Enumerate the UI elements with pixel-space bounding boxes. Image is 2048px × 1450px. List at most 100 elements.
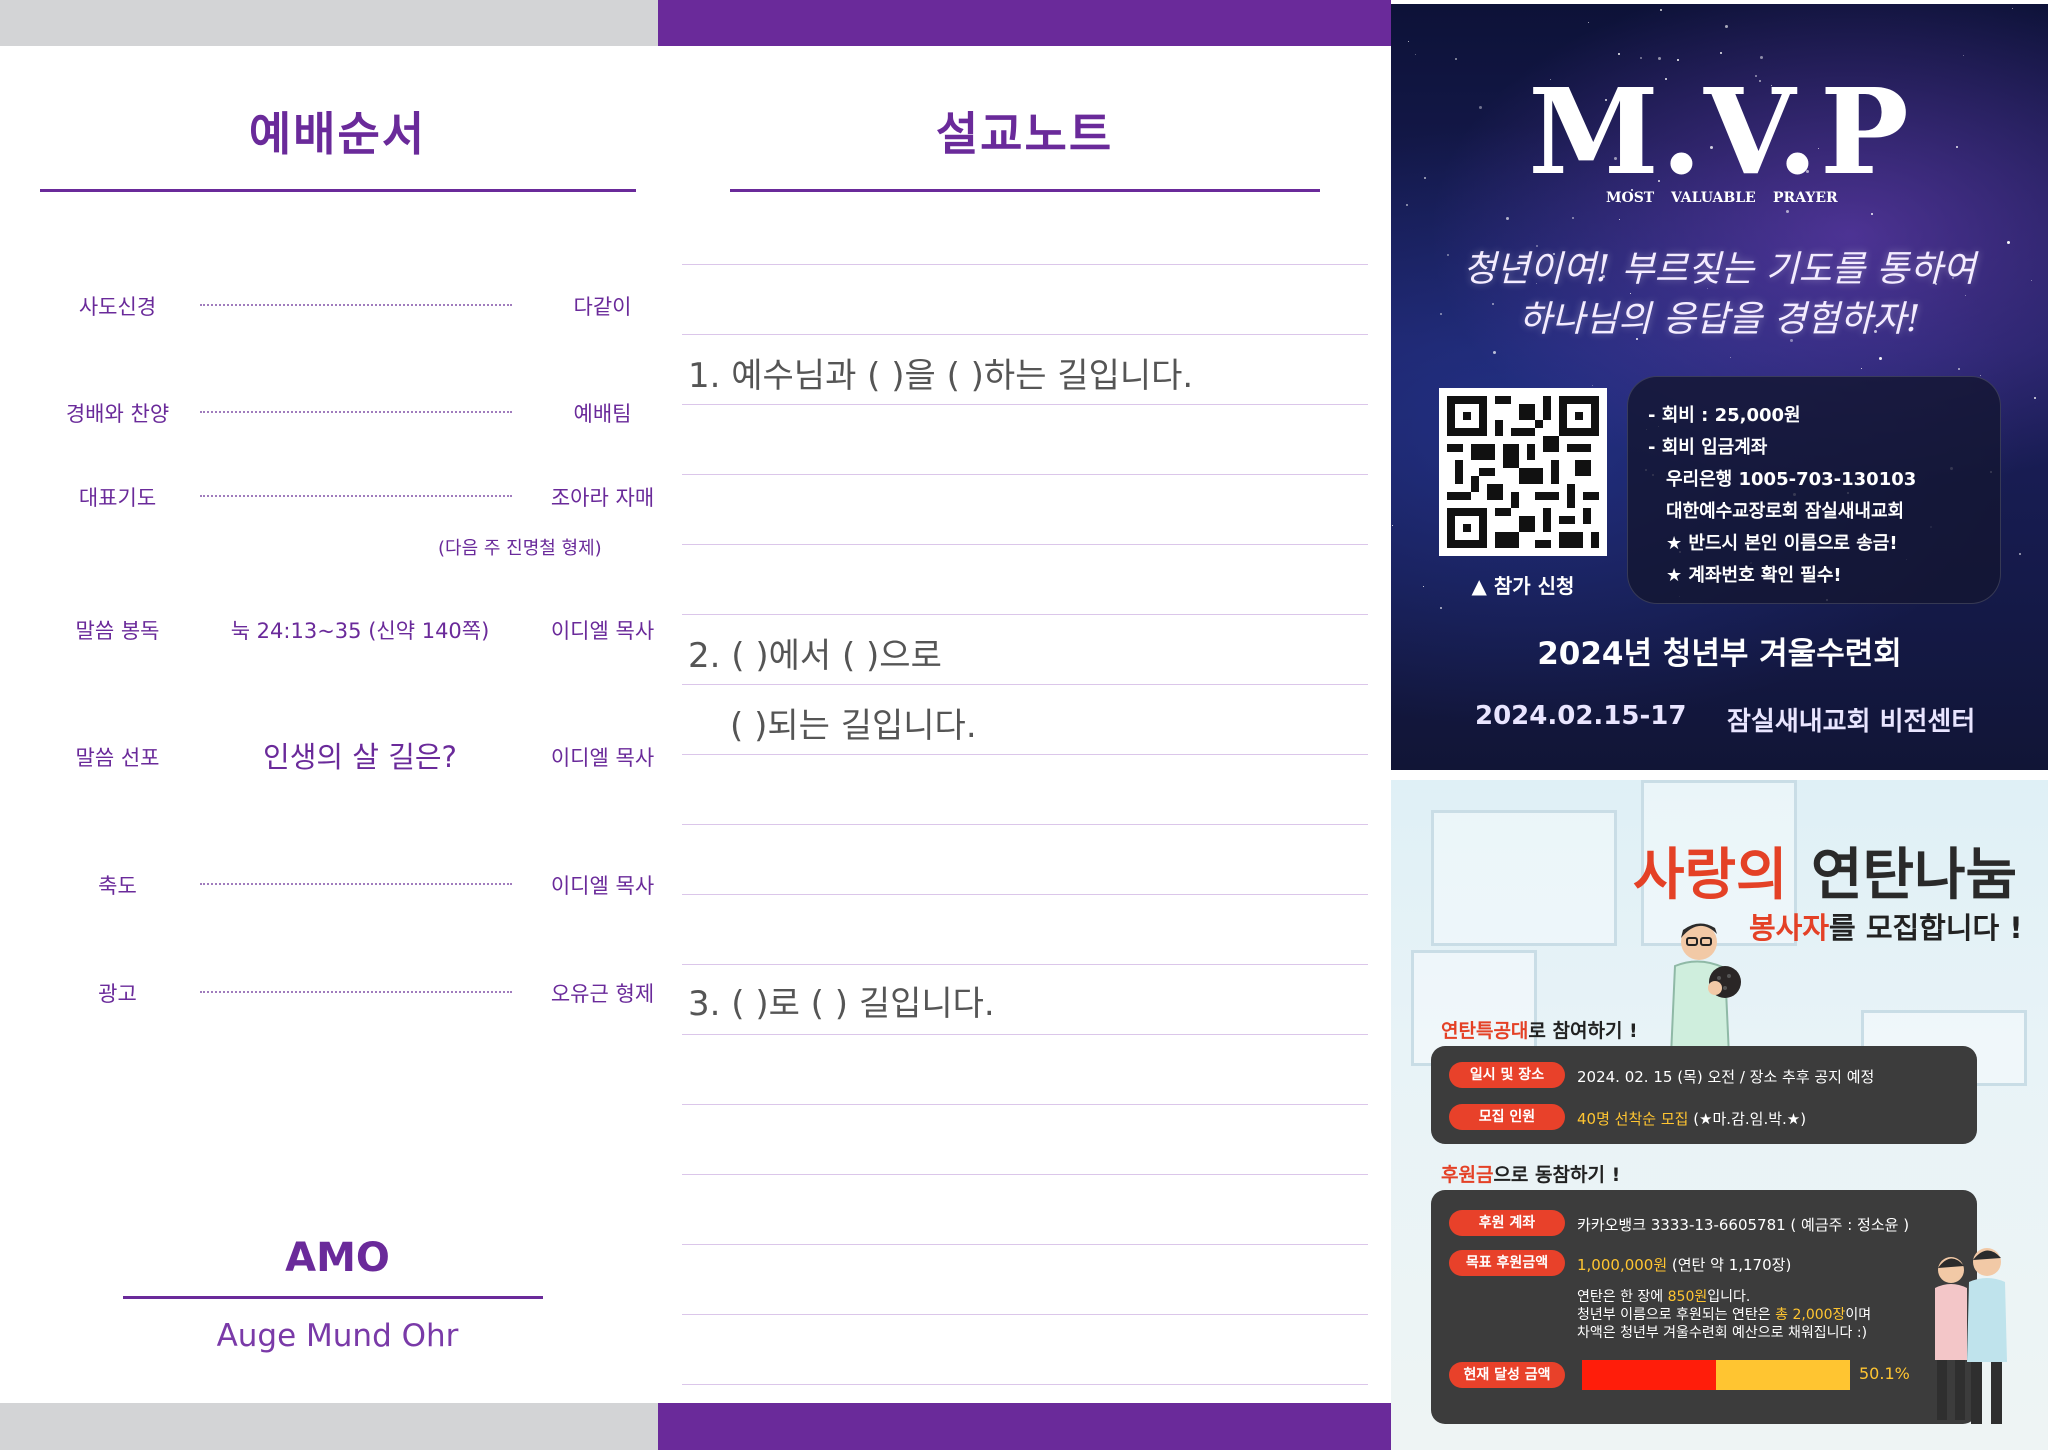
note-price: 연탄은 한 장에 850원입니다. xyxy=(1577,1286,1750,1306)
volunteer-illustration-icon xyxy=(1669,923,1741,1056)
note-line xyxy=(682,474,1368,475)
name-notice: ★ 반드시 본인 이름으로 송금! xyxy=(1666,533,1898,554)
section-volunteer-heading: 연탄특공대로 참여하기 ! xyxy=(1441,1016,1638,1043)
dotted-leader xyxy=(200,411,512,413)
event-date: 2024.02.15-17 xyxy=(1475,701,1687,731)
recruit-count-rest: (★마.감.임.박.★) xyxy=(1688,1110,1807,1128)
star xyxy=(1406,204,1408,206)
section-donation-heading: 후원금으로 동참하기 ! xyxy=(1441,1160,1620,1187)
star xyxy=(1861,368,1862,369)
mvp-title: M.V.P xyxy=(1528,62,1911,201)
star xyxy=(1980,375,1981,376)
note-line xyxy=(682,1244,1368,1245)
star xyxy=(1786,210,1789,213)
note-text: 연탄은 한 장에 xyxy=(1577,1289,1668,1305)
row-label: 축도 xyxy=(98,874,137,898)
amo-rule xyxy=(123,1296,543,1299)
date-place-pill: 일시 및 장소 xyxy=(1449,1062,1565,1088)
row-label: 말씀 봉독 xyxy=(75,619,160,643)
star xyxy=(1660,9,1662,11)
amo-title: AMO xyxy=(285,1235,390,1281)
note-line xyxy=(682,614,1368,615)
star xyxy=(1879,357,1882,360)
fill-in-line-3: 3. ( )로 ( ) 길입니다. xyxy=(688,984,995,1024)
next-week-note: (다음 주 진명철 형제) xyxy=(438,538,602,559)
donation-account: 카카오뱅크 3333-13-6605781 ( 예금주 : 정소윤 ) xyxy=(1577,1216,1910,1234)
worship-order-panel: 예배순서 사도신경 다같이 경배와 찬양 예배팀 대표기도 조아라 자매 (다음… xyxy=(0,0,658,1450)
note-difference: 차액은 청년부 겨울수련회 예산으로 채워집니다 :) xyxy=(1577,1325,1868,1341)
recruit-count-pill: 모집 인원 xyxy=(1449,1104,1565,1130)
worship-row-reading: 말씀 봉독 눅 24:13~35 (신약 140쪽) 이디엘 목사 xyxy=(40,607,655,647)
current-amount-pill: 현재 달성 금액 xyxy=(1449,1362,1565,1388)
star xyxy=(1440,607,1442,609)
star xyxy=(2034,397,2036,399)
bottom-band xyxy=(658,1403,1391,1450)
bottom-band xyxy=(0,1403,658,1450)
star xyxy=(2019,553,2021,555)
note-line xyxy=(682,1174,1368,1175)
dotted-leader xyxy=(200,883,512,885)
note-line xyxy=(682,894,1368,895)
sermon-note-panel: 설교노트 1. 예수님과 ( )을 ( )하는 길입니다. 2. ( )에서 (… xyxy=(658,0,1391,1450)
star xyxy=(1493,351,1496,354)
worship-row-announcements: 광고 오유근 형제 xyxy=(40,970,654,1010)
row-scripture: 눅 24:13~35 (신약 140쪽) xyxy=(230,619,490,643)
note-total: 청년부 이름으로 후원되는 연탄은 총 2,000장이며 xyxy=(1577,1304,1871,1324)
star xyxy=(1392,525,1393,526)
heading-rest: 으로 동참하기 ! xyxy=(1493,1164,1621,1186)
sermon-title: 인생의 살 길은? xyxy=(263,740,457,774)
row-label: 경배와 찬양 xyxy=(65,402,170,426)
row-label: 대표기도 xyxy=(78,486,157,510)
note-line xyxy=(682,1384,1368,1385)
coal-title-red: 사랑의 xyxy=(1633,843,1788,908)
title-rule xyxy=(730,189,1320,192)
background-building xyxy=(1431,810,1617,946)
star xyxy=(1958,368,1960,370)
qr-caption: ▲ 참가 신청 xyxy=(1471,574,1575,598)
row-label: 말씀 선포 xyxy=(75,746,160,770)
account-check-notice: ★ 계좌번호 확인 필수! xyxy=(1666,565,1842,586)
donation-progress-bar xyxy=(1582,1360,1850,1390)
note-line xyxy=(682,334,1368,335)
worship-row-praise: 경배와 찬양 예배팀 xyxy=(40,390,640,430)
note-text: 이며 xyxy=(1845,1307,1872,1323)
subtitle-rest: 를 모집합니다 ! xyxy=(1829,911,2023,945)
star xyxy=(1423,586,1424,587)
title-rule xyxy=(40,189,636,192)
goal-amount: 1,000,000원 xyxy=(1577,1256,1668,1274)
bank-account: 우리은행 1005-703-130103 xyxy=(1666,469,1917,490)
mvp-sub-valuable: VALUABLE xyxy=(1671,190,1756,206)
star xyxy=(1455,58,1457,60)
note-text: 청년부 이름으로 후원되는 연탄은 xyxy=(1577,1307,1776,1323)
account-heading: - 회비 입금계좌 xyxy=(1648,437,1768,458)
star xyxy=(1725,25,1728,28)
event-title: 2024년 청년부 겨울수련회 xyxy=(1537,636,1902,672)
goal-rest: (연탄 약 1,170장) xyxy=(1667,1256,1792,1274)
fill-in-line-2a: 2. ( )에서 ( )으로 xyxy=(688,636,942,676)
worship-title: 예배순서 xyxy=(248,107,427,161)
account-pill: 후원 계좌 xyxy=(1449,1210,1565,1236)
note-line xyxy=(682,964,1368,965)
note-line xyxy=(682,1104,1368,1105)
note-line xyxy=(682,404,1368,405)
star xyxy=(1677,59,1679,61)
star xyxy=(1588,22,1589,23)
heading-red: 후원금 xyxy=(1441,1164,1494,1186)
row-label: 사도신경 xyxy=(78,295,157,319)
sermon-note-title: 설교노트 xyxy=(935,107,1114,161)
heading-rest: 로 참여하기 ! xyxy=(1528,1020,1638,1042)
star xyxy=(1760,56,1763,59)
note-line xyxy=(682,754,1368,755)
coal-subtitle: 봉사자를 모집합니다 ! xyxy=(1749,905,2023,947)
fee-line: - 회비 : 25,000원 xyxy=(1648,405,1801,426)
account-holder: 대한예수교장로회 잠실새내교회 xyxy=(1666,501,1905,522)
note-line xyxy=(682,1314,1368,1315)
heading-red: 연탄특공대 xyxy=(1441,1020,1529,1042)
note-line xyxy=(682,264,1368,265)
goal-pill: 목표 후원금액 xyxy=(1449,1250,1565,1276)
note-highlight: 850원 xyxy=(1667,1289,1708,1305)
star xyxy=(1658,57,1661,60)
volunteers-pair-icon xyxy=(1935,1248,2007,1424)
fill-in-line-1: 1. 예수님과 ( )을 ( )하는 길입니다. xyxy=(688,356,1194,396)
qr-code[interactable] xyxy=(1439,388,1607,556)
